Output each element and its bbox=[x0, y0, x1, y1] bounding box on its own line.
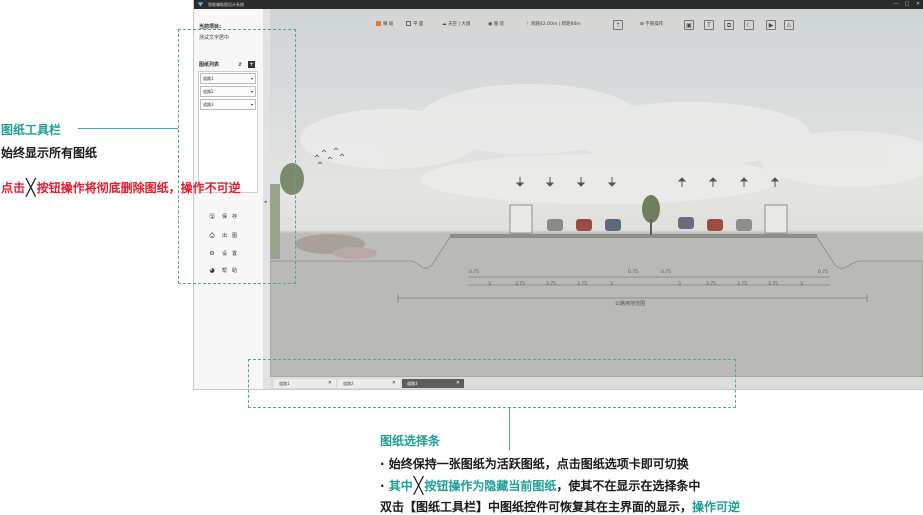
road-surface bbox=[450, 234, 817, 238]
toolbar-annotation-line1: 始终显示所有图纸 bbox=[1, 146, 98, 160]
app-logo-icon bbox=[197, 2, 204, 7]
checked-box-icon bbox=[376, 21, 381, 26]
toolbar-annotation-title: 图纸工具栏 bbox=[1, 123, 62, 137]
dim-bottom-label: 3 bbox=[800, 281, 803, 287]
toolbar-annotation-line2: 点击╳按钮操作将彻底删除图纸，操作不可逆 bbox=[1, 179, 241, 196]
range-label: 公路用地范围 bbox=[615, 300, 645, 307]
window-title: 智能辅助图设计系统 bbox=[208, 2, 244, 7]
dim-bottom-label: 3.75 bbox=[737, 281, 747, 287]
not-operate-label: 不限操作 bbox=[645, 22, 664, 27]
dim-top-label: 0.75 bbox=[661, 269, 671, 275]
dim-top-label: 0.75 bbox=[818, 269, 828, 275]
tabs-annotation-hide: 按钮操作为隐藏当前图纸 bbox=[424, 479, 557, 493]
dim-bottom-label: 3 bbox=[678, 281, 681, 287]
tabs-annotation-restore: 双击【图纸工具栏】中图纸控件可恢复其在主界面的显示， bbox=[380, 500, 693, 514]
play-icon[interactable]: ▶ bbox=[766, 20, 776, 30]
warning-icon[interactable]: ⚠ bbox=[784, 20, 794, 30]
picture-icon[interactable]: ▣ bbox=[684, 20, 694, 30]
view-toolbar: 横 坡 平 面 ☁ 天空 | 大雨 ▣ 服 装 ⋮ 跨越42.00m | 跨距6… bbox=[370, 16, 800, 34]
scale-label: 跨越42.00m | 跨距60m bbox=[530, 22, 581, 27]
maximize-button[interactable]: □ bbox=[902, 0, 912, 9]
tabs-annotation-line2: · 其中╳按钮操作为隐藏当前图纸，使其不在显示在选择条中 bbox=[380, 477, 700, 494]
dim-bottom-label: 3.75 bbox=[768, 281, 778, 287]
road-cross-section-drawing: 0.75 0.75 0.75 0.75 3 3.75 3.75 3.75 3 3… bbox=[270, 84, 923, 377]
weather-label: 天空 | 大雨 bbox=[447, 22, 471, 27]
tabs-annotation-among: 其中 bbox=[388, 479, 413, 493]
view-cross-label: 横 坡 bbox=[383, 22, 394, 27]
median-tree-trunk bbox=[650, 219, 652, 235]
dim-bottom-label: 3.75 bbox=[706, 281, 716, 287]
text-icon[interactable]: T bbox=[704, 20, 714, 30]
scale-option[interactable]: ⋮ 跨越42.00m | 跨距60m bbox=[525, 20, 581, 30]
view-plan-label: 平 面 bbox=[413, 22, 424, 27]
bullet: · bbox=[380, 479, 389, 493]
tabs-annotation-title: 图纸选择条 bbox=[380, 434, 441, 448]
pedestrian-option[interactable]: ▣ 服 装 bbox=[488, 20, 504, 30]
tabs-leader-line bbox=[509, 408, 510, 450]
toolbar-annotation-warning: 按钮操作将彻底删除图纸，操作不可逆 bbox=[36, 181, 241, 195]
pedestrian-label: 服 装 bbox=[493, 22, 505, 27]
tabs-annotation-line1: · 始终保持一张图纸为活跃图纸，点击图纸选项卡即可切换 bbox=[380, 457, 689, 471]
title-bar: 智能辅助图设计系统 — □ ✕ bbox=[194, 0, 923, 9]
checkbox-icon bbox=[406, 21, 411, 26]
dim-bottom-label: 3 bbox=[610, 281, 613, 287]
median-tree bbox=[642, 195, 660, 223]
not-operate-option[interactable]: ⊞ 不限操作 bbox=[640, 20, 663, 30]
dim-bottom-label: 3.75 bbox=[546, 281, 556, 287]
weather-option[interactable]: ☁ 天空 | 大雨 bbox=[442, 20, 470, 30]
dim-bottom-label: 3 bbox=[488, 281, 491, 287]
dim-top-label: 0.75 bbox=[628, 269, 638, 275]
moon-icon[interactable]: ☾ bbox=[744, 20, 754, 30]
tabs-annotation-hide-rest: ，使其不在显示在选择条中 bbox=[556, 479, 701, 493]
tabs-annotation-line3: 双击【图纸工具栏】中图纸控件可恢复其在主界面的显示，操作可逆 bbox=[380, 498, 740, 515]
drawing-canvas[interactable]: 0.75 0.75 0.75 0.75 3 3.75 3.75 3.75 3 3… bbox=[270, 9, 923, 377]
tabs-highlight-box bbox=[248, 359, 736, 408]
close-button[interactable]: ✕ bbox=[913, 0, 923, 9]
close-x-icon: ╳ bbox=[413, 476, 424, 495]
app-window: 智能辅助图设计系统 — □ ✕ 当前项目: 测试文字居中 图纸列表 ⇵ + 道路… bbox=[194, 0, 923, 389]
view-cross-section-option[interactable]: 横 坡 bbox=[376, 20, 393, 30]
road-embankment bbox=[270, 236, 923, 377]
dim-top-label: 0.75 bbox=[469, 269, 479, 275]
dim-bottom-label: 3.75 bbox=[577, 281, 587, 287]
toolbar-leader-line bbox=[78, 128, 178, 129]
toolbar-annotation-click: 点击 bbox=[1, 181, 26, 195]
minimize-button[interactable]: — bbox=[891, 0, 901, 9]
view-plan-option[interactable]: 平 面 bbox=[406, 20, 423, 30]
copy-icon[interactable]: ⧉ bbox=[724, 20, 734, 30]
dim-bottom-label: 3.75 bbox=[515, 281, 525, 287]
close-x-icon: ╳ bbox=[26, 178, 36, 197]
toolbar-highlight-box bbox=[178, 29, 296, 284]
up-arrow-icon[interactable]: ⇡ bbox=[613, 20, 623, 30]
tabs-annotation-reversible: 操作可逆 bbox=[692, 500, 741, 514]
